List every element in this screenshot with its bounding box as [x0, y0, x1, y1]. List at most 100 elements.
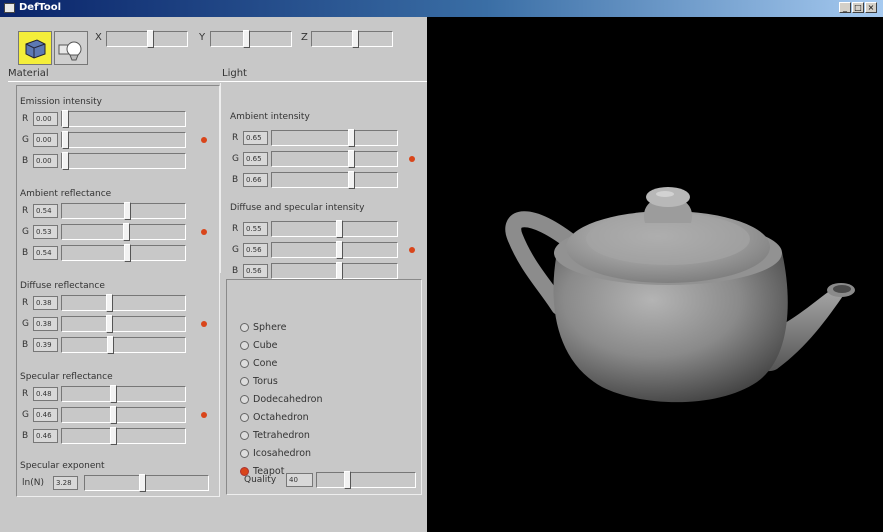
shape-option-icosahedron[interactable]: Icosahedron [240, 448, 311, 459]
material-specular-reflectance-g-slider-thumb[interactable] [110, 406, 117, 424]
material-diffuse-reflectance-b-slider[interactable] [61, 336, 186, 354]
light-ambient-intensity-r-slider-thumb[interactable] [348, 129, 355, 147]
shape-option-cube[interactable]: Cube [240, 340, 278, 351]
specular-exponent-slider-thumb[interactable] [139, 474, 146, 492]
light-ambient-intensity-b-slider-thumb[interactable] [348, 171, 355, 189]
material-emission-intensity-g-link-dot[interactable] [201, 137, 207, 143]
light-diffuse-and-specular-intensity-g-slider-thumb[interactable] [336, 241, 343, 259]
material-emission-intensity-b-value[interactable]: 0.00 [33, 154, 58, 168]
material-ambient-reflectance-b-value[interactable]: 0.54 [33, 246, 58, 260]
shape-option-torus[interactable]: Torus [240, 376, 278, 387]
shape-option-cone[interactable]: Cone [240, 358, 277, 369]
light-ambient-intensity-b-slider[interactable] [271, 171, 398, 189]
shape-option-tetrahedron[interactable]: Tetrahedron [240, 430, 310, 441]
light-ambient-intensity-g-slider-thumb[interactable] [348, 150, 355, 168]
x-slider[interactable] [106, 30, 188, 48]
render-viewport[interactable] [427, 17, 883, 532]
material-specular-reflectance-b-slider-thumb[interactable] [110, 427, 117, 445]
shape-radio-cone[interactable] [240, 359, 249, 368]
material-emission-intensity-g-slider[interactable] [61, 131, 186, 149]
shape-radio-cube[interactable] [240, 341, 249, 350]
light-diffuse-and-specular-intensity-b-slider-thumb[interactable] [336, 262, 343, 280]
shape-radio-tetrahedron[interactable] [240, 431, 249, 440]
light-tool-button[interactable] [54, 31, 88, 65]
material-ambient-reflectance-g-slider[interactable] [61, 223, 186, 241]
material-specular-reflectance-g-value[interactable]: 0.46 [33, 408, 58, 422]
title-bar[interactable]: DefTool _ □ × [0, 0, 883, 17]
app-window: DefTool _ □ × X Y Z Material Light Emiss… [0, 0, 883, 532]
material-ambient-reflectance-g-value[interactable]: 0.53 [33, 225, 58, 239]
light-ambient-intensity-r-slider[interactable] [271, 129, 398, 147]
material-emission-intensity-b-channel-label: B [22, 156, 29, 166]
material-emission-intensity-g-value[interactable]: 0.00 [33, 133, 58, 147]
material-emission-intensity-r-slider-thumb[interactable] [62, 110, 69, 128]
shape-option-octahedron[interactable]: Octahedron [240, 412, 309, 423]
material-section-title: Material [8, 68, 49, 79]
light-ambient-intensity-g-slider[interactable] [271, 150, 398, 168]
material-emission-intensity-r-value[interactable]: 0.00 [33, 112, 58, 126]
material-specular-reflectance-r-value[interactable]: 0.48 [33, 387, 58, 401]
specular-exponent-value[interactable]: 3.28 [53, 476, 78, 490]
light-diffuse-and-specular-intensity-g-value[interactable]: 0.56 [243, 243, 268, 257]
material-ambient-reflectance-r-slider[interactable] [61, 202, 186, 220]
light-diffuse-and-specular-intensity-r-slider-thumb[interactable] [336, 220, 343, 238]
material-diffuse-reflectance-b-slider-thumb[interactable] [107, 336, 114, 354]
material-specular-reflectance-r-slider[interactable] [61, 385, 186, 403]
specular-exponent-slider[interactable] [84, 474, 209, 492]
shape-option-sphere[interactable]: Sphere [240, 322, 286, 333]
z-slider-thumb[interactable] [352, 30, 359, 48]
material-diffuse-reflectance-g-link-dot[interactable] [201, 321, 207, 327]
shape-radio-sphere[interactable] [240, 323, 249, 332]
light-diffuse-and-specular-intensity-b-slider[interactable] [271, 262, 398, 280]
material-specular-reflectance-b-slider[interactable] [61, 427, 186, 445]
light-ambient-intensity-g-value[interactable]: 0.65 [243, 152, 268, 166]
material-diffuse-reflectance-b-value[interactable]: 0.39 [33, 338, 58, 352]
material-ambient-reflectance-g-slider-thumb[interactable] [123, 223, 130, 241]
material-specular-reflectance-b-value[interactable]: 0.46 [33, 429, 58, 443]
shape-radio-octahedron[interactable] [240, 413, 249, 422]
quality-slider[interactable] [316, 471, 416, 489]
material-ambient-reflectance-r-value[interactable]: 0.54 [33, 204, 58, 218]
light-ambient-intensity-b-value[interactable]: 0.66 [243, 173, 268, 187]
material-specular-reflectance-g-slider[interactable] [61, 406, 186, 424]
material-ambient-reflectance-b-slider[interactable] [61, 244, 186, 262]
material-diffuse-reflectance-r-value[interactable]: 0.38 [33, 296, 58, 310]
quality-value[interactable]: 40 [286, 473, 313, 487]
material-specular-reflectance-g-link-dot[interactable] [201, 412, 207, 418]
material-emission-intensity-g-slider-thumb[interactable] [62, 131, 69, 149]
light-diffuse-and-specular-intensity-r-slider[interactable] [271, 220, 398, 238]
light-diffuse-and-specular-intensity-g-slider[interactable] [271, 241, 398, 259]
light-ambient-intensity-r-value[interactable]: 0.65 [243, 131, 268, 145]
light-ambient-intensity-g-link-dot[interactable] [409, 156, 415, 162]
maximize-button[interactable]: □ [852, 2, 864, 13]
light-diffuse-and-specular-intensity-b-value[interactable]: 0.56 [243, 264, 268, 278]
material-diffuse-reflectance-g-slider-thumb[interactable] [106, 315, 113, 333]
material-diffuse-reflectance-r-slider-thumb[interactable] [106, 294, 113, 312]
shape-radio-icosahedron[interactable] [240, 449, 249, 458]
y-slider[interactable] [210, 30, 292, 48]
shape-radio-dodecahedron[interactable] [240, 395, 249, 404]
material-ambient-reflectance-b-slider-thumb[interactable] [124, 244, 131, 262]
material-group-label: Specular reflectance [20, 372, 113, 382]
material-tool-button[interactable] [18, 31, 52, 65]
material-ambient-reflectance-r-slider-thumb[interactable] [124, 202, 131, 220]
shape-option-dodecahedron[interactable]: Dodecahedron [240, 394, 322, 405]
material-specular-reflectance-r-slider-thumb[interactable] [110, 385, 117, 403]
light-diffuse-and-specular-intensity-r-channel-label: R [232, 224, 239, 234]
close-button[interactable]: × [865, 2, 877, 13]
y-slider-thumb[interactable] [243, 30, 250, 48]
material-emission-intensity-b-slider[interactable] [61, 152, 186, 170]
material-emission-intensity-b-slider-thumb[interactable] [62, 152, 69, 170]
x-slider-thumb[interactable] [147, 30, 154, 48]
material-diffuse-reflectance-g-slider[interactable] [61, 315, 186, 333]
shape-radio-torus[interactable] [240, 377, 249, 386]
z-slider[interactable] [311, 30, 393, 48]
light-diffuse-and-specular-intensity-g-link-dot[interactable] [409, 247, 415, 253]
material-emission-intensity-r-slider[interactable] [61, 110, 186, 128]
material-diffuse-reflectance-r-slider[interactable] [61, 294, 186, 312]
light-diffuse-and-specular-intensity-r-value[interactable]: 0.55 [243, 222, 268, 236]
minimize-button[interactable]: _ [839, 2, 851, 13]
quality-slider-thumb[interactable] [344, 471, 351, 489]
material-diffuse-reflectance-g-value[interactable]: 0.38 [33, 317, 58, 331]
material-ambient-reflectance-g-link-dot[interactable] [201, 229, 207, 235]
